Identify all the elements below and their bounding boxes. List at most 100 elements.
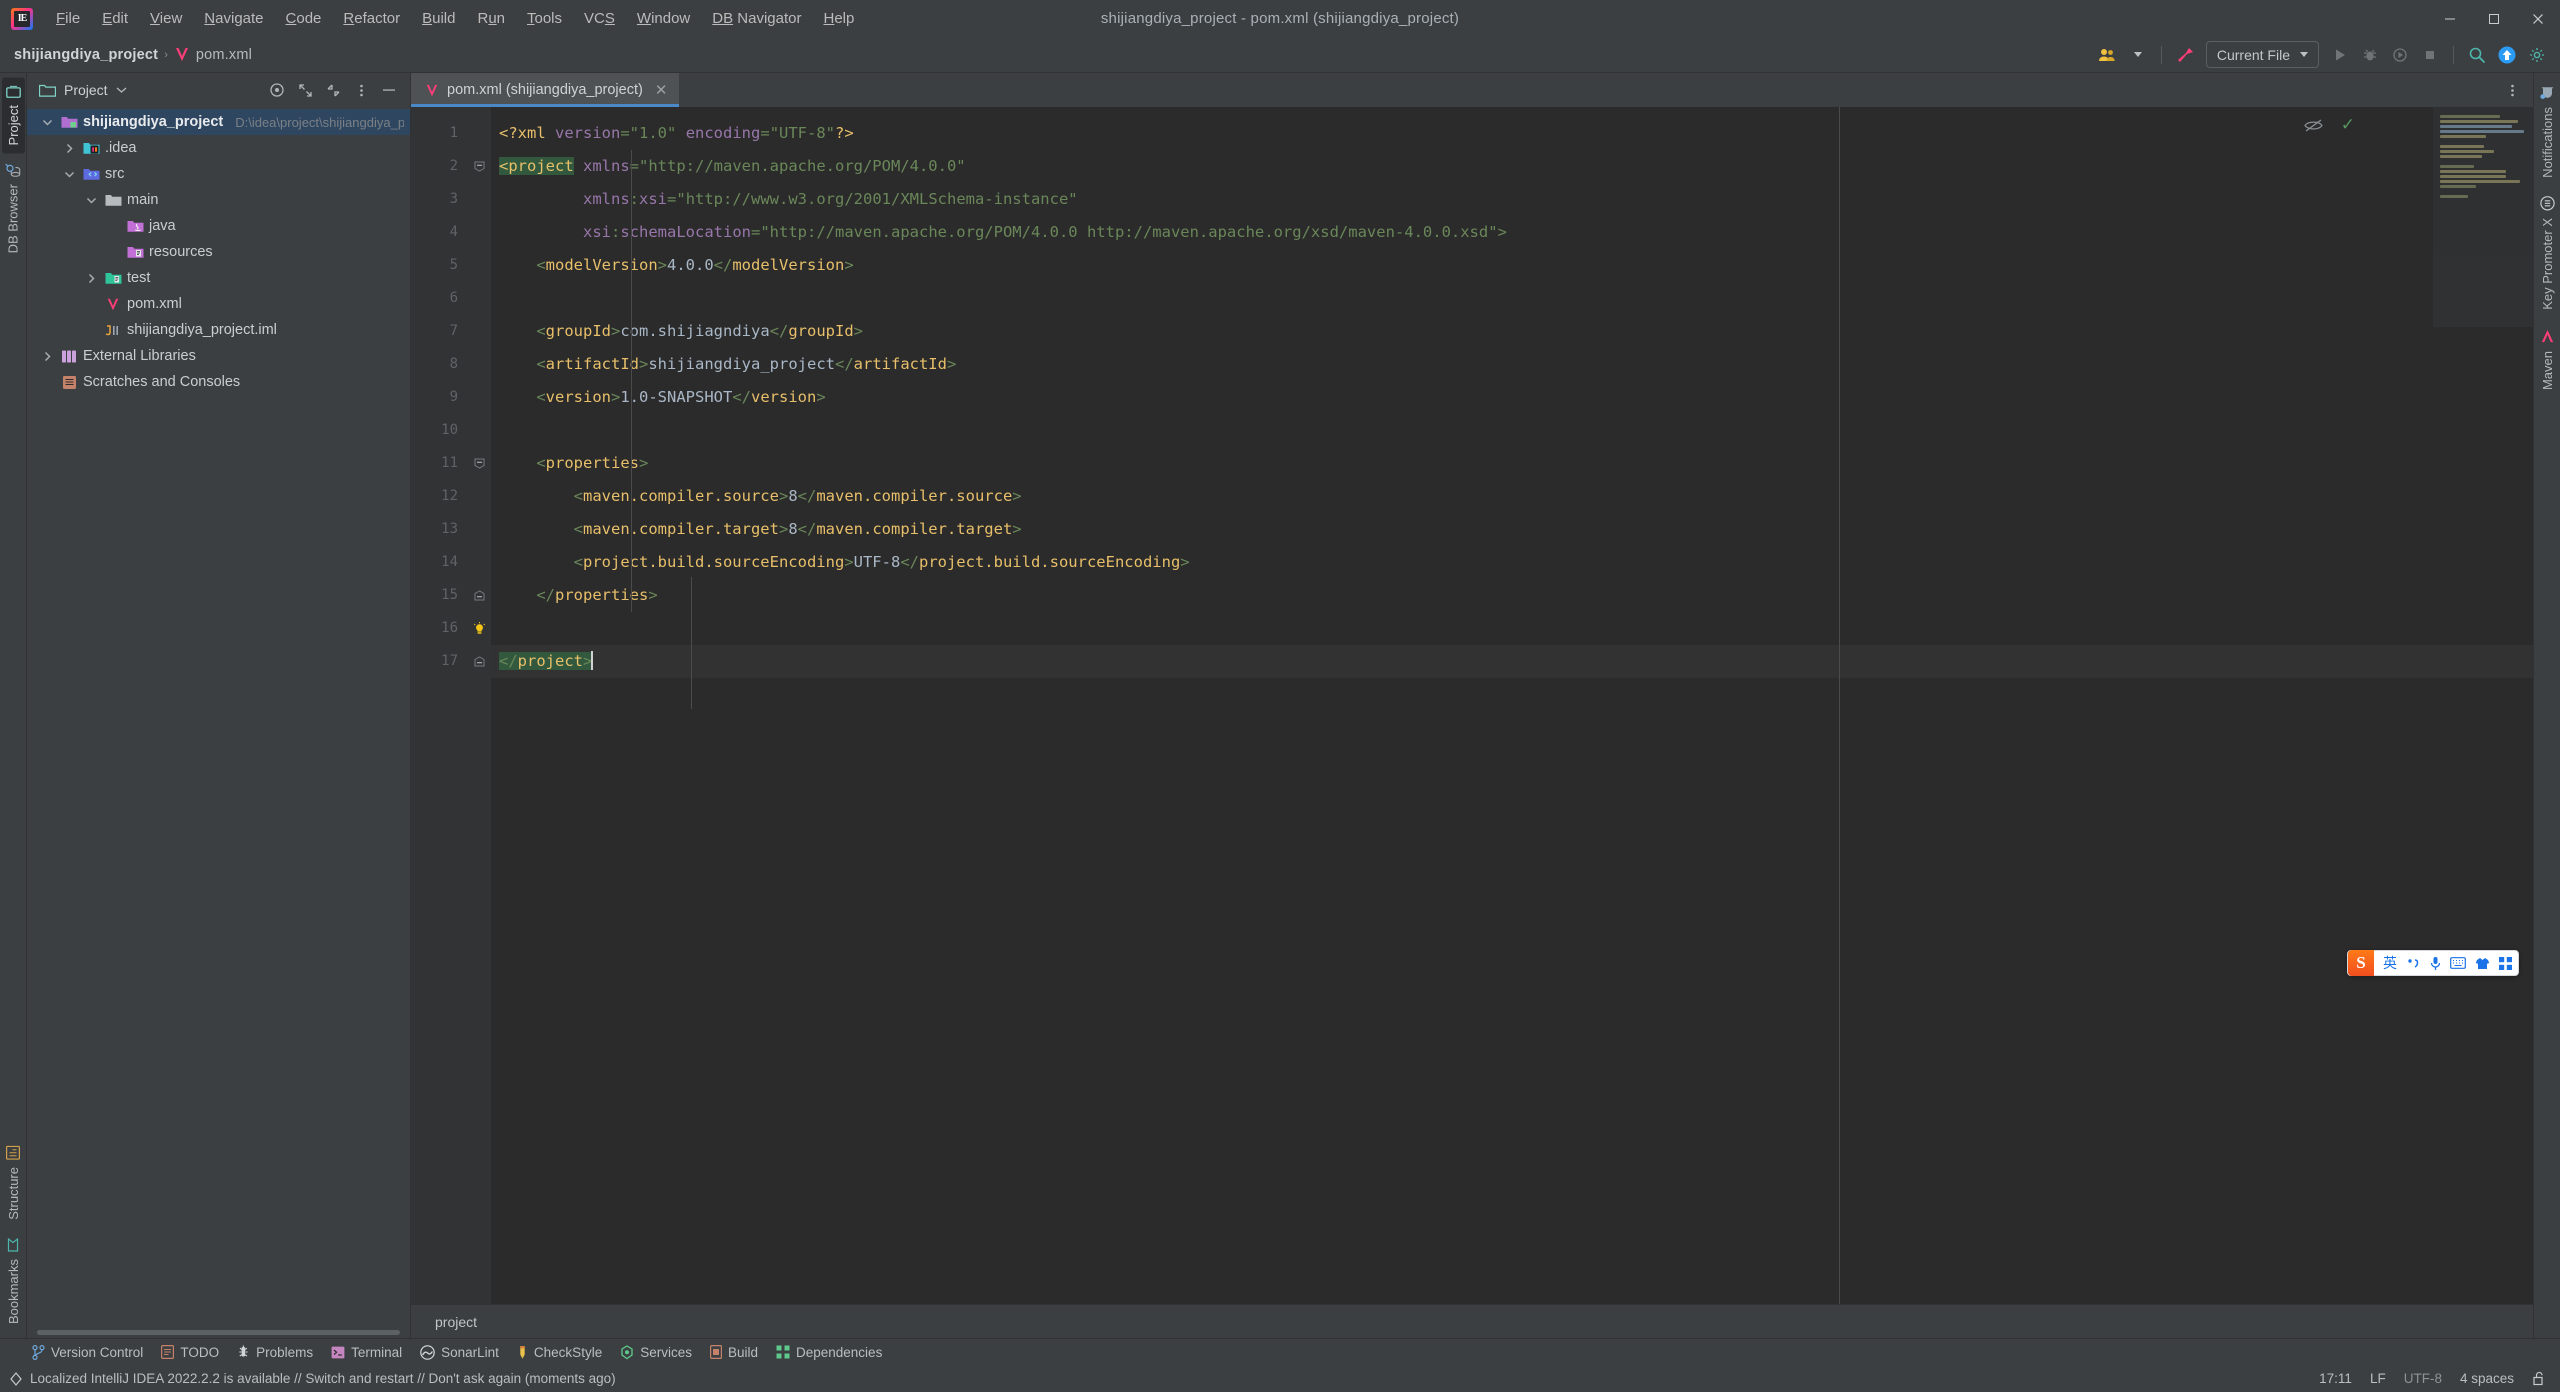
more-icon[interactable]: [348, 78, 374, 102]
ime-mode-label[interactable]: 英: [2383, 953, 2397, 973]
stop-icon[interactable]: [2415, 41, 2445, 69]
tree-node--idea[interactable]: .idea: [27, 135, 410, 161]
bottom-tool-problems[interactable]: Problems: [229, 1342, 321, 1363]
chevron-down-icon[interactable]: [116, 86, 127, 94]
menu-item-code[interactable]: Code: [275, 6, 333, 31]
bottom-tool-dependencies[interactable]: Dependencies: [768, 1342, 890, 1363]
bottom-tool-terminal[interactable]: Terminal: [323, 1342, 410, 1363]
code-line[interactable]: [491, 282, 2533, 315]
bottom-tool-version-control[interactable]: Version Control: [24, 1342, 151, 1363]
code-line[interactable]: xmlns:xsi="http://www.w3.org/2001/XMLSch…: [491, 183, 2533, 216]
more-icon[interactable]: [2499, 78, 2525, 102]
menu-item-refactor[interactable]: Refactor: [332, 6, 411, 31]
tool-window-button-maven[interactable]: Maven: [2536, 320, 2559, 398]
tree-node-resources[interactable]: resources: [27, 239, 410, 265]
code-line[interactable]: <groupId>com.shijiagndiya</groupId>: [491, 315, 2533, 348]
line-separator[interactable]: LF: [2370, 1371, 2386, 1386]
menu-item-view[interactable]: View: [139, 6, 193, 31]
menu-item-window[interactable]: Window: [626, 6, 701, 31]
tree-node-test[interactable]: test: [27, 265, 410, 291]
close-icon[interactable]: ✕: [655, 81, 668, 99]
code-line[interactable]: <version>1.0-SNAPSHOT</version>: [491, 381, 2533, 414]
tree-node-main[interactable]: main: [27, 187, 410, 213]
hide-icon[interactable]: [376, 78, 402, 102]
run-configuration-selector[interactable]: Current File: [2205, 41, 2319, 68]
code-content[interactable]: <?xml version="1.0" encoding="UTF-8"?> <p…: [491, 107, 2533, 1304]
bottom-tool-build[interactable]: Build: [702, 1342, 766, 1363]
maximize-button[interactable]: [2472, 1, 2516, 37]
indent-setting[interactable]: 4 spaces: [2460, 1371, 2514, 1386]
code-line[interactable]: [491, 612, 2533, 645]
code-editor[interactable]: 1 2 3 4 5 6 7 8 9 10 11 12 13 14 15 16 17 <?xml version=…: [411, 107, 2533, 1304]
update-icon[interactable]: [2492, 41, 2522, 69]
menu-item-edit[interactable]: Edit: [91, 6, 139, 31]
project-tree[interactable]: shijiangdiya_project D:\idea\project\shij…: [27, 107, 410, 1338]
tree-node-shijiangdiya-project[interactable]: shijiangdiya_project D:\idea\project\shij…: [27, 109, 410, 135]
code-line[interactable]: <properties>: [491, 447, 2533, 480]
collapse-icon[interactable]: [320, 78, 346, 102]
settings-icon[interactable]: [2522, 41, 2552, 69]
code-line[interactable]: <maven.compiler.target>8</maven.compiler…: [491, 513, 2533, 546]
menu-item-tools[interactable]: Tools: [516, 6, 573, 31]
menu-item-run[interactable]: Run: [466, 6, 516, 31]
fold-marker-end[interactable]: [467, 579, 491, 612]
chevron-right-icon[interactable]: [39, 351, 55, 362]
code-line[interactable]: <maven.compiler.source>8</maven.compiler…: [491, 480, 2533, 513]
chevron-down-icon[interactable]: [61, 169, 77, 180]
tool-window-button-notifications[interactable]: Notifications: [2536, 77, 2559, 186]
close-button[interactable]: [2516, 1, 2560, 37]
fold-marker-bulb[interactable]: [467, 612, 491, 645]
breadcrumb-file[interactable]: pom.xml: [196, 47, 252, 63]
keyboard-icon[interactable]: [2450, 957, 2466, 969]
code-line[interactable]: <project.build.sourceEncoding>UTF-8</pro…: [491, 546, 2533, 579]
hammer-icon[interactable]: [2170, 41, 2200, 69]
bottom-tool-checkstyle[interactable]: CheckStyle: [509, 1342, 610, 1363]
code-line[interactable]: <?xml version="1.0" encoding="UTF-8"?>: [491, 117, 2533, 150]
status-message[interactable]: Localized IntelliJ IDEA 2022.2.2 is avai…: [10, 1371, 616, 1386]
run-coverage-icon[interactable]: [2385, 41, 2415, 69]
skin-icon[interactable]: [2475, 957, 2490, 970]
sogou-logo-icon[interactable]: S: [2348, 950, 2374, 976]
tool-window-button-bookmarks[interactable]: Bookmarks: [2, 1230, 25, 1332]
code-line[interactable]: </properties>: [491, 579, 2533, 612]
code-folding-gutter[interactable]: [467, 107, 491, 1304]
menu-item-vcs[interactable]: VCS: [573, 6, 626, 31]
tool-window-button-db-browser[interactable]: DB Browser: [1, 155, 25, 261]
menu-item-build[interactable]: Build: [411, 6, 466, 31]
people-icon[interactable]: [2093, 41, 2123, 69]
tool-window-button-project[interactable]: Project: [1, 77, 25, 154]
project-horizontal-scrollbar[interactable]: [27, 1327, 410, 1338]
search-icon[interactable]: [2462, 41, 2492, 69]
bottom-tool-todo[interactable]: TODO: [153, 1342, 227, 1363]
punctuation-icon[interactable]: [2406, 957, 2421, 970]
fold-marker-end[interactable]: [467, 645, 491, 678]
code-line[interactable]: </project>: [491, 645, 2533, 678]
code-line[interactable]: [491, 414, 2533, 447]
code-line[interactable]: <artifactId>shijiangdiya_project</artifa…: [491, 348, 2533, 381]
tool-window-button-structure[interactable]: Structure: [2, 1138, 25, 1228]
code-line[interactable]: <modelVersion>4.0.0</modelVersion>: [491, 249, 2533, 282]
minimize-button[interactable]: [2428, 1, 2472, 37]
fold-marker-minus[interactable]: [467, 150, 491, 183]
tree-node-pom-xml[interactable]: pom.xml: [27, 291, 410, 317]
chevron-down-icon[interactable]: [83, 195, 99, 206]
chevron-down-icon[interactable]: [39, 117, 55, 128]
tree-node-src[interactable]: src: [27, 161, 410, 187]
tool-window-button-key-promoter-x[interactable]: Key Promoter X: [2536, 188, 2559, 318]
tree-node-java[interactable]: java: [27, 213, 410, 239]
fold-marker-minus[interactable]: [467, 447, 491, 480]
eye-off-icon[interactable]: [2304, 118, 2323, 133]
breadcrumb-project[interactable]: shijiangdiya_project: [14, 47, 158, 63]
tree-node-shijiangdiya-project-iml[interactable]: shijiangdiya_project.iml: [27, 317, 410, 343]
file-encoding[interactable]: UTF-8: [2404, 1371, 2442, 1386]
menu-item-file[interactable]: File: [45, 6, 91, 31]
menu-item-help[interactable]: Help: [812, 6, 865, 31]
tree-node-external-libraries[interactable]: External Libraries: [27, 343, 410, 369]
code-line[interactable]: xsi:schemaLocation="http://maven.apache.…: [491, 216, 2533, 249]
microphone-icon[interactable]: [2430, 956, 2441, 971]
bottom-tool-services[interactable]: Services: [612, 1342, 700, 1363]
run-icon[interactable]: [2325, 41, 2355, 69]
inspection-ok-icon[interactable]: ✓: [2341, 115, 2355, 135]
chevron-down-icon[interactable]: [2123, 41, 2153, 69]
unlocked-icon[interactable]: [2532, 1371, 2546, 1386]
